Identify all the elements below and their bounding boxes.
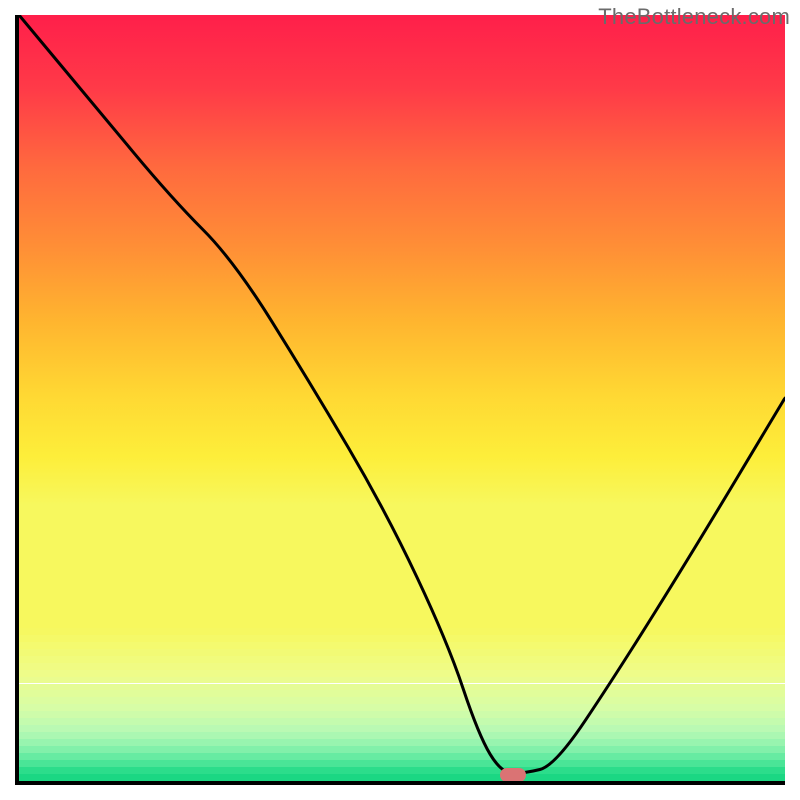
bottleneck-curve <box>19 15 785 781</box>
curve-path <box>19 15 785 773</box>
bottleneck-chart: TheBottleneck.com <box>0 0 800 800</box>
plot-area <box>15 15 785 785</box>
optimal-point-marker <box>500 768 526 782</box>
watermark-text: TheBottleneck.com <box>598 4 790 30</box>
